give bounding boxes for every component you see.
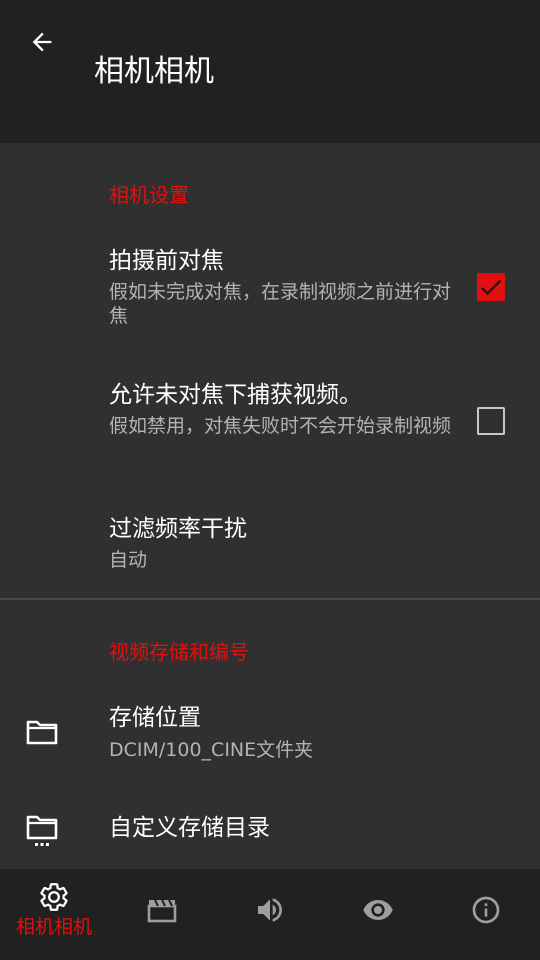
pref-custom-storage-dir[interactable]: 自定义存储目录 [0, 795, 540, 865]
page-title: 相机相机 [94, 54, 214, 89]
pref-allow-capture-unfocused[interactable]: 允许未对焦下捕获视频。 假如禁用，对焦失败时不会开始录制视频 [0, 365, 540, 480]
pref-storage-location[interactable]: 存储位置 DCIM/100_CINE文件夹 [0, 690, 540, 780]
volume-icon [258, 898, 282, 922]
pref-anti-flicker[interactable]: 过滤频率干扰 自动 [0, 500, 540, 590]
pref-title: 存储位置 [109, 705, 201, 731]
nav-item-about[interactable] [432, 869, 540, 960]
nav-item-video[interactable] [108, 869, 216, 960]
back-button[interactable] [18, 20, 66, 64]
nav-item-display[interactable] [324, 869, 432, 960]
app-root: 相机相机 相机设置 拍摄前对焦 假如未完成对焦，在录制视频之前进行对焦 允许未对… [0, 0, 540, 960]
app-bar: 相机相机 [0, 0, 540, 143]
pref-title: 拍摄前对焦 [109, 248, 224, 274]
allow-capture-unfocused-checkbox[interactable] [477, 407, 505, 435]
pref-summary: 假如禁用，对焦失败时不会开始录制视频 [109, 415, 452, 437]
pref-title: 自定义存储目录 [109, 815, 270, 841]
nav-item-audio[interactable] [216, 869, 324, 960]
pref-title: 允许未对焦下捕获视频。 [109, 382, 362, 408]
focus-before-capture-checkbox[interactable] [477, 273, 505, 301]
eye-icon [363, 900, 393, 920]
section-divider [0, 598, 540, 600]
pref-focus-before-capture[interactable]: 拍摄前对焦 假如未完成对焦，在录制视频之前进行对焦 [0, 230, 540, 345]
info-icon [472, 896, 500, 924]
nav-label: 相机相机 [15, 916, 92, 938]
check-icon [480, 279, 502, 296]
clapperboard-icon [147, 899, 177, 923]
arrow-left-icon [32, 32, 52, 52]
section-title-camera-settings: 相机设置 [109, 183, 189, 207]
pref-summary: 假如未完成对焦，在录制视频之前进行对焦 [109, 281, 452, 327]
pref-summary: DCIM/100_CINE文件夹 [109, 739, 314, 761]
section-title-video-storage: 视频存储和编号 [109, 640, 249, 664]
gear-icon [40, 883, 68, 911]
nav-item-camera-settings[interactable]: 相机相机 [0, 869, 108, 960]
folder-icon [26, 720, 58, 745]
folder-more-icon [26, 815, 58, 846]
pref-title: 过滤频率干扰 [109, 516, 247, 542]
pref-summary: 自动 [109, 549, 148, 571]
bottom-navigation: 相机相机 [0, 869, 540, 960]
